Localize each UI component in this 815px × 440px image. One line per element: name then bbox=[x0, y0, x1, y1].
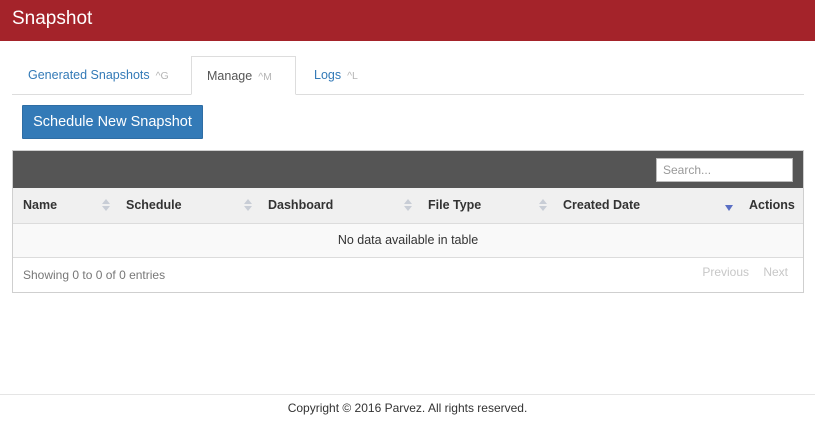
tab-label: Logs bbox=[314, 68, 342, 82]
table-header-row: Name Schedule Dashboard File Type Create… bbox=[13, 188, 803, 224]
tab-label: Manage bbox=[207, 69, 253, 83]
snapshot-table: Name Schedule Dashboard File Type Create… bbox=[12, 150, 804, 293]
app-header: Snapshot bbox=[0, 0, 815, 41]
column-header-created-date[interactable]: Created Date bbox=[563, 188, 640, 224]
next-page-button[interactable]: Next bbox=[763, 265, 788, 279]
table-info: Showing 0 to 0 of 0 entries bbox=[23, 268, 166, 282]
search-input[interactable] bbox=[656, 158, 793, 182]
empty-table-message: No data available in table bbox=[13, 224, 803, 258]
tab-shortcut: ^L bbox=[347, 70, 358, 82]
column-header-name[interactable]: Name bbox=[23, 188, 57, 224]
tab-bar: Generated Snapshots ^G Manage ^M Logs ^L bbox=[12, 56, 804, 95]
page-footer: Copyright © 2016 Parvez. All rights rese… bbox=[0, 394, 815, 440]
tab-logs[interactable]: Logs ^L bbox=[300, 56, 380, 95]
copyright-text: Copyright © 2016 Parvez. All rights rese… bbox=[287, 401, 528, 415]
column-header-actions: Actions bbox=[749, 198, 795, 212]
tab-manage[interactable]: Manage ^M bbox=[191, 56, 296, 95]
column-header-file-type[interactable]: File Type bbox=[428, 188, 481, 224]
sort-both-icon bbox=[102, 199, 110, 213]
tab-shortcut: ^M bbox=[258, 71, 272, 83]
sort-both-icon bbox=[539, 199, 547, 213]
table-toolbar bbox=[13, 151, 803, 188]
tab-label: Generated Snapshots bbox=[28, 68, 150, 82]
tab-shortcut: ^G bbox=[155, 70, 169, 82]
sort-both-icon bbox=[244, 199, 252, 213]
sort-descending-icon bbox=[725, 205, 733, 211]
app-title: Snapshot bbox=[12, 8, 93, 29]
column-header-dashboard[interactable]: Dashboard bbox=[268, 188, 333, 224]
schedule-new-snapshot-button[interactable]: Schedule New Snapshot bbox=[22, 105, 203, 139]
tab-generated-snapshots[interactable]: Generated Snapshots ^G bbox=[12, 56, 190, 95]
previous-page-button[interactable]: Previous bbox=[702, 265, 749, 279]
sort-both-icon bbox=[404, 199, 412, 213]
column-header-schedule[interactable]: Schedule bbox=[126, 188, 182, 224]
